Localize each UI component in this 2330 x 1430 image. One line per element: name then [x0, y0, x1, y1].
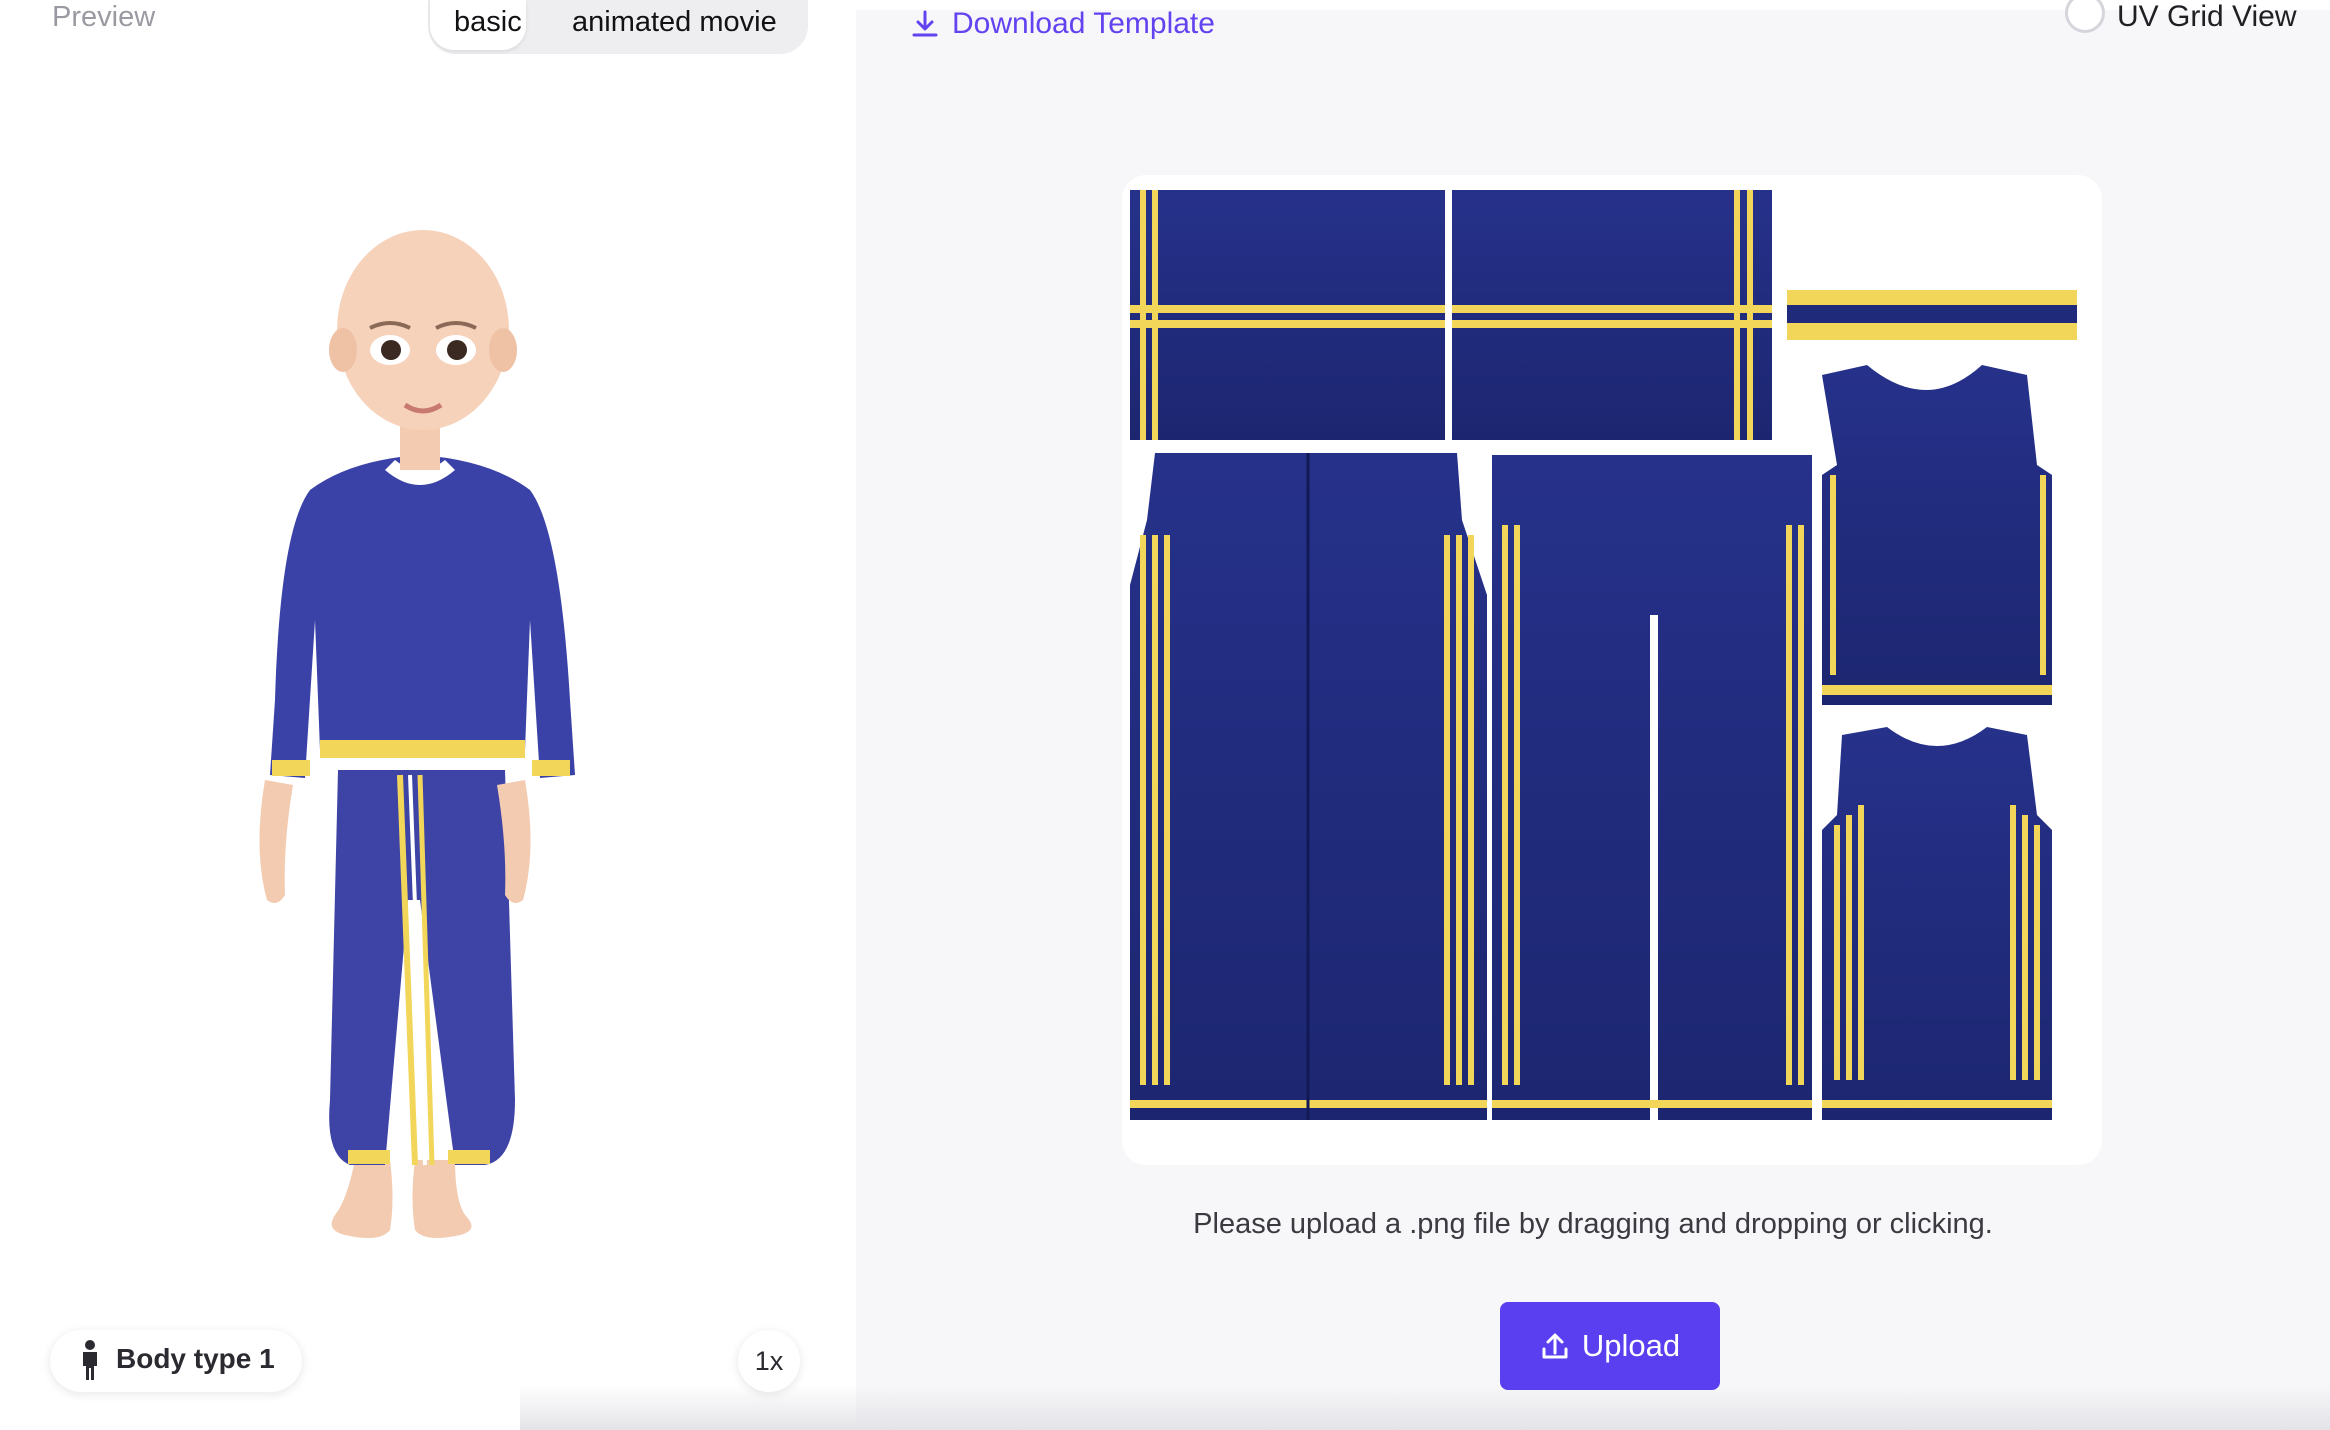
pants-cuff-left: [348, 1150, 390, 1164]
uv-template-image: [1130, 190, 2077, 1120]
body-type-button[interactable]: Body type 1: [50, 1330, 302, 1392]
person-icon: [83, 1340, 97, 1380]
download-template-label: Download Template: [952, 7, 1215, 40]
head: [337, 230, 509, 430]
left-ear: [329, 328, 357, 372]
download-template-link[interactable]: Download Template: [910, 4, 1215, 44]
upload-hint: Please upload a .png file by dragging an…: [1193, 1208, 1993, 1240]
sleeve-panel-right: [1452, 190, 1772, 440]
right-foot: [412, 1160, 472, 1239]
sweater-hem-stripe: [320, 740, 525, 758]
shirt-panel-back: [1822, 727, 2052, 1120]
sleeve-panel-left: [1130, 190, 1445, 440]
right-ear: [489, 328, 517, 372]
toggle-option-basic[interactable]: basic: [454, 4, 522, 40]
right-cuff: [532, 760, 570, 776]
upload-button-label: Upload: [1581, 1328, 1681, 1363]
avatar-3d-preview[interactable]: [240, 200, 600, 1260]
left-cuff: [272, 760, 310, 776]
pants-panel-left: [1130, 453, 1487, 1120]
upload-icon: [1542, 1333, 1568, 1359]
uv-grid-label: UV Grid View: [2117, 0, 2297, 33]
left-hand: [259, 780, 293, 904]
toggle-option-animated-movie[interactable]: animated movie: [572, 4, 777, 40]
pants-panel-right: [1492, 455, 1812, 1120]
uv-grid-toggle[interactable]: UV Grid View: [2065, 0, 2297, 34]
pants-cuff-right: [448, 1150, 490, 1164]
waistband-strip: [1787, 290, 2077, 340]
zoom-button[interactable]: 1x: [738, 1330, 800, 1392]
shirt-panel-front: [1822, 365, 2052, 705]
uv-grid-radio[interactable]: [2065, 0, 2105, 33]
body-type-label: Body type 1: [116, 1343, 275, 1374]
preview-label: Preview: [52, 1, 156, 33]
scroll-fade: [520, 1385, 2330, 1430]
download-icon: [912, 10, 938, 37]
neck: [400, 425, 440, 470]
sweater: [270, 455, 575, 778]
upload-button[interactable]: Upload: [1500, 1302, 1720, 1390]
left-foot: [331, 1160, 393, 1239]
uv-template-preview[interactable]: [1122, 175, 2102, 1165]
zoom-label: 1x: [754, 1346, 784, 1376]
